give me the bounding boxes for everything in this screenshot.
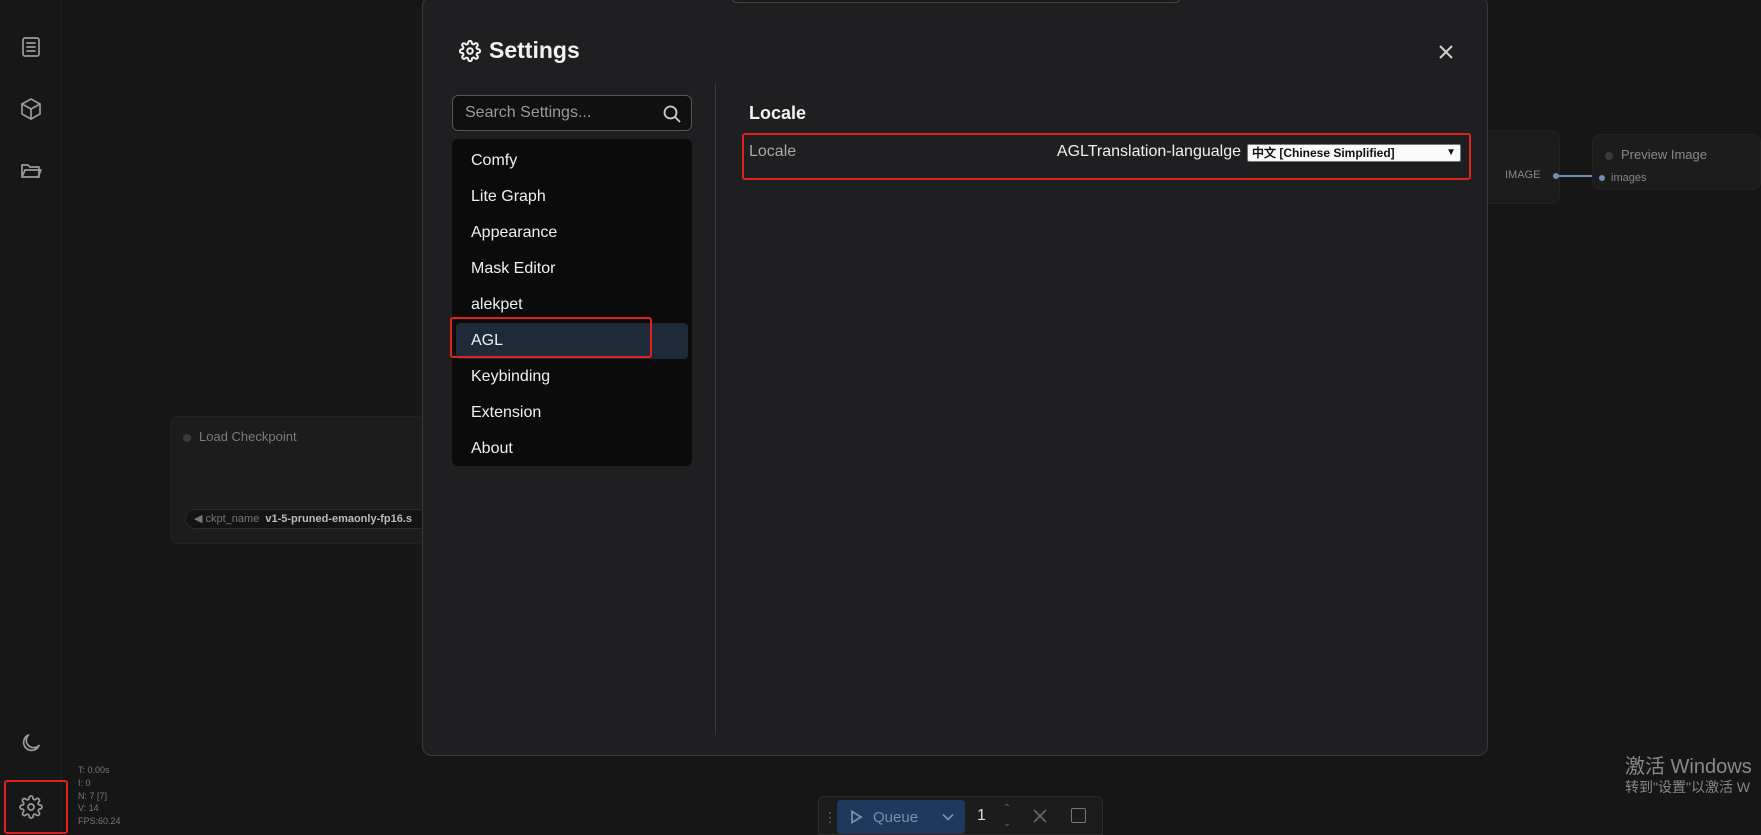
- gear-icon: [459, 39, 481, 62]
- queue-button[interactable]: Queue: [837, 800, 965, 834]
- stat-i: I: 0: [78, 777, 91, 788]
- queue-list-icon[interactable]: [16, 32, 46, 62]
- images-input-label: images: [1611, 172, 1647, 184]
- link-line: [1558, 175, 1596, 177]
- theme-moon-icon[interactable]: [16, 728, 46, 758]
- stop-icon[interactable]: [1071, 808, 1086, 823]
- node-status-dot: [183, 434, 191, 442]
- node-title: Load Checkpoint: [199, 429, 297, 444]
- stat-fps: FPS:60.24: [78, 816, 121, 827]
- setting-label: Locale: [749, 143, 797, 160]
- category-item-extension[interactable]: Extension: [456, 395, 688, 431]
- chevron-down-icon[interactable]: [941, 810, 955, 824]
- node-title: Preview Image: [1621, 147, 1707, 162]
- images-input-port[interactable]: [1599, 175, 1605, 181]
- category-item-keybinding[interactable]: Keybinding: [456, 359, 688, 395]
- stat-time: T: 0.00s: [78, 765, 110, 775]
- search-input[interactable]: [453, 96, 653, 130]
- close-button[interactable]: [1433, 39, 1459, 65]
- widget-value: v1-5-pruned-emaonly-fp16.s: [265, 513, 413, 525]
- upstream-node[interactable]: IMAGE: [1480, 130, 1560, 204]
- queue-toolbar: ⋮ Queue 1 ⌃ ⌄: [818, 796, 1103, 835]
- close-icon: [1439, 45, 1453, 59]
- settings-category-list: Comfy Lite Graph Appearance Mask Editor alek…: [452, 139, 692, 466]
- activation-watermark-title: 激活 Windows: [1625, 756, 1752, 778]
- workflows-folder-icon[interactable]: [16, 156, 46, 186]
- model-library-icon[interactable]: [16, 94, 46, 124]
- category-item-lite-graph[interactable]: Lite Graph: [456, 179, 688, 215]
- language-select-value: 中文 [Chinese Simplified]: [1252, 146, 1395, 160]
- panel-divider: [715, 83, 716, 735]
- locale-setting-row: Locale AGLTranslation-langualge 中文 [Chin…: [743, 131, 1471, 173]
- dialog-top-edge: [731, 0, 1181, 3]
- drag-handle-icon[interactable]: ⋮: [823, 809, 837, 826]
- queue-label: Queue: [873, 808, 919, 826]
- language-select[interactable]: 中文 [Chinese Simplified] ▼: [1247, 144, 1461, 162]
- settings-gear-icon[interactable]: [16, 792, 46, 822]
- category-item-comfy[interactable]: Comfy: [456, 143, 688, 179]
- preview-image-node[interactable]: Preview Image images: [1592, 134, 1761, 190]
- category-item-about[interactable]: About: [456, 431, 688, 467]
- category-item-mask-editor[interactable]: Mask Editor: [456, 251, 688, 287]
- setting-name: AGLTranslation-langualge: [1056, 143, 1241, 160]
- chevron-down-icon: ▼: [1446, 147, 1456, 158]
- node-status-dot: [1605, 152, 1613, 160]
- play-icon: [851, 810, 863, 824]
- image-output-label: IMAGE: [1505, 169, 1541, 181]
- dialog-title-text: Settings: [489, 37, 580, 63]
- stat-v: V: 14: [78, 803, 99, 814]
- settings-dialog: Settings ComfyLite GraphAppearanceMask E…: [422, 0, 1488, 756]
- left-sidebar: [0, 0, 62, 835]
- search-settings-field[interactable]: [452, 95, 692, 131]
- queue-count[interactable]: 1: [977, 807, 986, 825]
- search-icon: [662, 104, 682, 124]
- widget-name: ckpt_name: [205, 513, 260, 525]
- graph-stats: T: 0.00s I: 0 N: 7 [7] V: 14 FPS:60.24: [78, 764, 121, 828]
- queue-count-stepper[interactable]: ⌃ ⌄: [999, 801, 1015, 831]
- section-title: Locale: [749, 103, 807, 123]
- category-item-appearance[interactable]: Appearance: [456, 215, 688, 251]
- activation-watermark-subtitle: 转到"设置"以激活 W: [1625, 779, 1751, 795]
- dialog-title: Settings: [459, 37, 580, 64]
- category-item-agl[interactable]: AGL: [456, 323, 688, 359]
- stat-nodes: N: 7 [7]: [78, 790, 108, 801]
- cancel-icon[interactable]: [1031, 807, 1049, 825]
- category-item-alekpet[interactable]: alekpet: [456, 287, 688, 323]
